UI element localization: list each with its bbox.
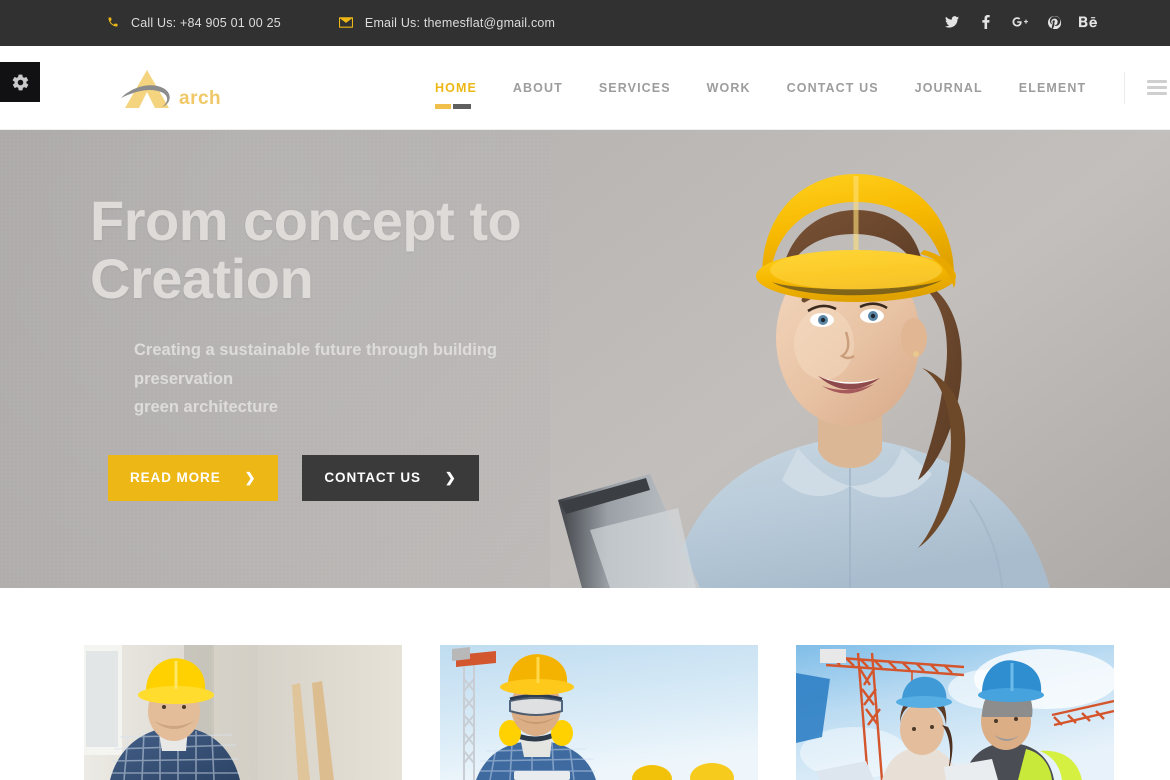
nav-divider bbox=[1124, 71, 1126, 104]
phone-label: Call Us: +84 905 01 00 25 bbox=[131, 16, 281, 30]
nav-item-contact-us[interactable]: CONTACT US bbox=[769, 46, 897, 129]
nav-label-home: HOME bbox=[435, 80, 477, 95]
hero-buttons: READ MORE ❯ CONTACT US ❯ bbox=[90, 454, 650, 501]
hero-content: From concept to Creation Creating a sust… bbox=[90, 189, 650, 501]
nav-label-contact-us: CONTACT US bbox=[786, 80, 879, 95]
nav-label-services: SERVICES bbox=[598, 80, 671, 95]
hero-subtitle: Creating a sustainable future through bu… bbox=[90, 336, 590, 421]
contact-us-button[interactable]: CONTACT US ❯ bbox=[302, 454, 479, 501]
nav-label-work: WORK bbox=[706, 80, 751, 95]
pinterest-icon[interactable] bbox=[1037, 15, 1071, 31]
gear-icon bbox=[12, 74, 28, 90]
phone-icon bbox=[107, 16, 119, 30]
google-plus-icon[interactable] bbox=[1003, 16, 1037, 30]
site-header: arch HOME ABOUT SERVICES WORK CONTACT US… bbox=[0, 46, 1170, 130]
card-image-3 bbox=[796, 645, 1114, 780]
contact-phone[interactable]: Call Us: +84 905 01 00 25 bbox=[107, 16, 281, 30]
envelope-icon bbox=[338, 16, 353, 30]
feature-card[interactable] bbox=[84, 645, 402, 780]
nav-item-about[interactable]: ABOUT bbox=[495, 46, 581, 129]
nav-item-home[interactable]: HOME bbox=[417, 46, 495, 129]
read-more-button[interactable]: READ MORE ❯ bbox=[108, 454, 279, 501]
theme-settings-button[interactable] bbox=[0, 62, 40, 102]
hero-title-line2: Creation bbox=[90, 247, 314, 311]
svg-text:arch: arch bbox=[179, 88, 221, 109]
nav-label-about: ABOUT bbox=[512, 80, 563, 95]
card-image-1 bbox=[84, 645, 402, 780]
nav-item-element[interactable]: ELEMENT bbox=[1001, 46, 1104, 129]
nav-label-journal: JOURNAL bbox=[914, 80, 983, 95]
a-arch-logo-mark: arch bbox=[121, 69, 221, 109]
hero-title: From concept to Creation bbox=[90, 189, 650, 311]
main-nav: HOME ABOUT SERVICES WORK CONTACT US JOUR… bbox=[417, 46, 1168, 129]
nav-item-services[interactable]: SERVICES bbox=[581, 46, 689, 129]
contact-email[interactable]: Email Us: themesflat@gmail.com bbox=[338, 16, 556, 30]
feature-card[interactable] bbox=[796, 645, 1114, 780]
chevron-right-icon: ❯ bbox=[444, 469, 457, 485]
read-more-label: READ MORE bbox=[130, 470, 221, 486]
active-indicator bbox=[435, 104, 471, 109]
card-image-2 bbox=[440, 645, 758, 780]
twitter-icon[interactable] bbox=[935, 16, 969, 30]
hero-title-line1: From concept to bbox=[90, 189, 522, 252]
social-links bbox=[935, 15, 1105, 31]
nav-label-element: ELEMENT bbox=[1018, 80, 1087, 95]
top-bar: Call Us: +84 905 01 00 25 Email Us: them… bbox=[0, 0, 1170, 46]
feature-cards-section bbox=[0, 588, 1170, 780]
nav-item-journal[interactable]: JOURNAL bbox=[897, 46, 1001, 129]
facebook-icon[interactable] bbox=[969, 15, 1003, 31]
feature-cards bbox=[84, 645, 1114, 780]
chevron-right-icon: ❯ bbox=[244, 469, 257, 485]
nav-item-work[interactable]: WORK bbox=[689, 46, 769, 129]
hero-subtitle-line1: Creating a sustainable future through bu… bbox=[134, 341, 498, 388]
hero-section: From concept to Creation Creating a sust… bbox=[0, 130, 1170, 588]
contact-us-label: CONTACT US bbox=[324, 470, 421, 486]
logo[interactable]: arch bbox=[107, 66, 257, 110]
email-label: Email Us: themesflat@gmail.com bbox=[364, 16, 556, 30]
behance-icon[interactable] bbox=[1071, 16, 1105, 30]
hamburger-icon[interactable] bbox=[1147, 80, 1168, 95]
feature-card[interactable] bbox=[440, 645, 758, 780]
hero-subtitle-line2: green architecture bbox=[134, 398, 278, 417]
